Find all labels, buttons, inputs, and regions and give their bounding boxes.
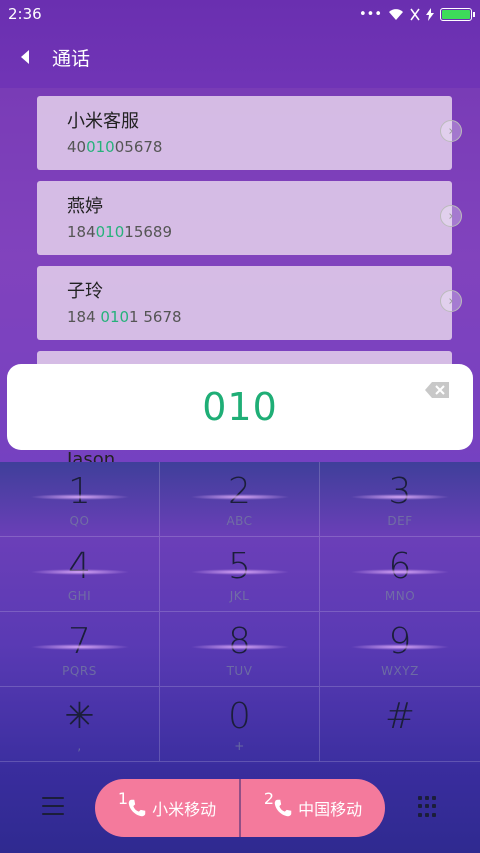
battery-level xyxy=(442,9,470,19)
dial-input-display: 010 xyxy=(7,364,473,450)
charging-icon xyxy=(426,7,434,21)
backspace-icon[interactable] xyxy=(425,382,449,398)
status-icons: ••• xyxy=(358,6,475,22)
key-9[interactable]: 9 WXYZ xyxy=(320,612,480,687)
page-title: 通话 xyxy=(52,47,91,70)
call-sim1-label: 小米移动 xyxy=(152,800,217,819)
call-button-group: 1 小米移动 2 中国移动 xyxy=(95,779,385,837)
status-bar: 2:36 ••• xyxy=(0,0,480,28)
key-7[interactable]: 7 PQRS xyxy=(0,612,160,687)
key-4[interactable]: 4 GHI xyxy=(0,537,160,612)
call-sim2-button[interactable]: 2 中国移动 xyxy=(239,779,385,837)
contact-number: 4001005678 xyxy=(67,138,163,156)
key-8[interactable]: 8 TUV xyxy=(160,612,320,687)
more-dots-icon: ••• xyxy=(358,6,382,22)
phone-icon xyxy=(274,799,292,817)
dialpad-toggle-icon[interactable] xyxy=(418,796,438,818)
contact-detail-chevron-icon[interactable]: › xyxy=(440,290,462,312)
key-5[interactable]: 5 JKL xyxy=(160,537,320,612)
matched-digits: 010 xyxy=(95,223,125,241)
contact-item[interactable]: 小米客服 4001005678 › xyxy=(37,96,462,170)
wifi-icon xyxy=(389,8,403,20)
key-0[interactable]: 0 + xyxy=(160,687,320,762)
contact-name: 燕婷 xyxy=(67,196,103,217)
contact-item[interactable]: 子玲 184 0101 5678 › xyxy=(37,266,462,340)
key-star[interactable]: ✳, xyxy=(0,687,160,762)
back-icon[interactable] xyxy=(0,28,40,86)
bottom-action-bar: 1 小米移动 2 中国移动 xyxy=(0,764,480,853)
key-2[interactable]: 2 ABC xyxy=(160,462,320,537)
contact-name: 子玲 xyxy=(67,281,103,302)
contact-name: 小米客服 xyxy=(67,111,139,132)
contact-detail-chevron-icon[interactable]: › xyxy=(440,120,462,142)
matched-digits: 010 xyxy=(100,308,130,326)
call-sim2-label: 中国移动 xyxy=(298,800,363,819)
contact-number: 18401015689 xyxy=(67,223,172,241)
dial-keypad: 1 QO 2 ABC 3 DEF 4 GHI 5 JKL 6 MNO 7 PQRS 8 TUV … xyxy=(0,462,480,764)
phone-icon xyxy=(128,799,146,817)
key-hash[interactable]: # xyxy=(320,687,480,762)
contact-item[interactable]: 燕婷 18401015689 › xyxy=(37,181,462,255)
sim-index: 2 xyxy=(263,788,275,808)
sim-index: 1 xyxy=(117,788,129,808)
call-sim1-button[interactable]: 1 小米移动 xyxy=(95,779,239,837)
status-time: 2:36 xyxy=(8,5,42,23)
menu-icon[interactable] xyxy=(42,797,64,815)
contact-detail-chevron-icon[interactable]: › xyxy=(440,205,462,227)
contact-number: 184 0101 5678 xyxy=(67,308,182,326)
matched-digits: 010 xyxy=(86,138,115,156)
sim-off-icon xyxy=(410,8,420,20)
battery-icon xyxy=(440,7,475,21)
key-3[interactable]: 3 DEF xyxy=(320,462,480,537)
key-6[interactable]: 6 MNO xyxy=(320,537,480,612)
key-1[interactable]: 1 QO xyxy=(0,462,160,537)
app-header: 通话 xyxy=(0,28,480,86)
contact-search-results: 小米客服 4001005678 › 燕婷 18401015689 › 子玲 18… xyxy=(37,96,462,392)
dialed-number: 010 xyxy=(202,385,278,429)
